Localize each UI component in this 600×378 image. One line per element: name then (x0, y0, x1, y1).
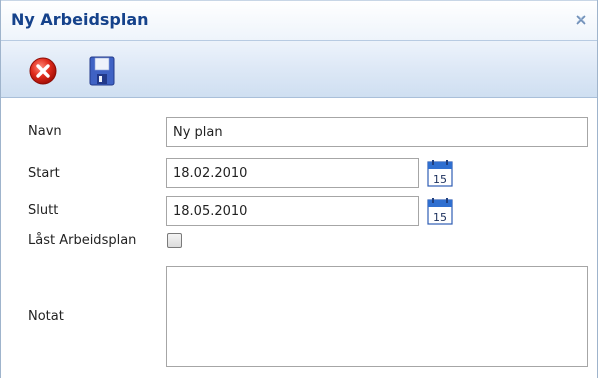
start-date-input[interactable] (166, 158, 419, 188)
save-icon[interactable] (87, 55, 117, 87)
name-label: Navn (28, 124, 62, 139)
dialog-title: Ny Arbeidsplan (11, 10, 149, 29)
locked-label: Låst Arbeidsplan (28, 233, 137, 248)
notes-label: Notat (28, 309, 64, 324)
cancel-icon[interactable] (28, 55, 58, 87)
title-bar: Ny Arbeidsplan (1, 0, 597, 40)
name-input[interactable] (166, 117, 588, 147)
start-label: Start (28, 166, 60, 181)
end-calendar-icon[interactable]: 15 (426, 198, 454, 226)
end-label: Slutt (28, 203, 59, 218)
new-workplan-dialog: Ny Arbeidsplan Navn Star (0, 0, 598, 378)
locked-checkbox[interactable] (167, 233, 182, 248)
toolbar (1, 40, 597, 98)
end-calendar-day: 15 (433, 211, 447, 224)
close-icon[interactable] (575, 14, 587, 26)
end-date-input[interactable] (166, 196, 419, 226)
notes-textarea[interactable] (166, 266, 588, 367)
start-calendar-icon[interactable]: 15 (426, 160, 454, 188)
start-calendar-day: 15 (433, 173, 447, 186)
